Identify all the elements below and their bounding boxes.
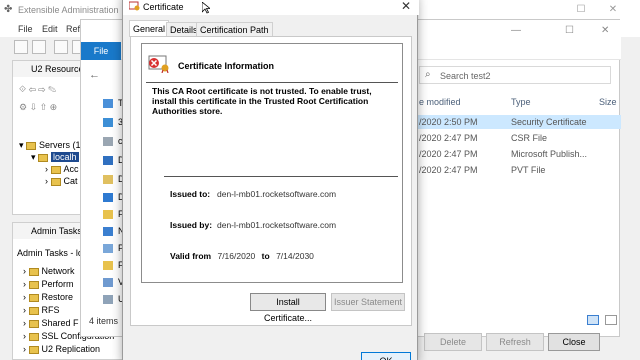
certificate-info-box: Certificate Information This CA Root cer… [141, 43, 403, 283]
table-row[interactable]: /2020 2:50 PM [419, 117, 478, 127]
certificate-icon [129, 1, 140, 11]
file-tab[interactable]: File [81, 42, 121, 60]
delete-button[interactable]: Delete [424, 333, 482, 351]
admin-item[interactable]: › Perform [23, 278, 74, 290]
admin-item[interactable]: › Restore [23, 291, 73, 303]
ok-button[interactable]: OK [361, 352, 411, 360]
issued-to-row: Issued to: den-l-mb01.rocketsoftware.com [170, 189, 336, 199]
nav-item[interactable]: F [103, 260, 124, 271]
nav-item[interactable]: c [103, 136, 123, 147]
table-cell-type: PVT File [511, 165, 546, 175]
app-title: Extensible Administration [18, 5, 119, 15]
divider [146, 82, 398, 83]
table-row[interactable]: /2020 2:47 PM [419, 133, 478, 143]
tab-certification-path[interactable]: Certification Path [196, 22, 273, 36]
install-certificate-button[interactable]: Install Certificate... [250, 293, 326, 323]
certificate-titlebar: Certificate ✕ [123, 0, 419, 15]
valid-from-value: 7/16/2020 [217, 251, 256, 261]
back-arrow-icon[interactable]: ← [89, 69, 100, 81]
column-header-date[interactable]: e modified [419, 97, 461, 107]
validity-row: Valid from 7/16/2020 to 7/14/2030 [170, 251, 314, 261]
close-icon[interactable]: ✕ [606, 3, 620, 17]
menu-file[interactable]: File [18, 24, 33, 34]
details-view-icon[interactable] [587, 315, 599, 325]
close-icon[interactable]: ✕ [601, 25, 609, 36]
admin-item[interactable]: › Network [23, 265, 75, 277]
search-input[interactable]: ⌕ Search test2 [419, 66, 611, 84]
nav-item[interactable]: V [103, 277, 124, 288]
nav-item[interactable]: F [103, 209, 124, 220]
toolbar-button[interactable] [54, 40, 68, 54]
nav-item[interactable]: P [103, 243, 124, 254]
issued-to-label: Issued to: [170, 189, 211, 199]
valid-to-label: to [261, 251, 270, 261]
refresh-button[interactable]: Refresh [486, 333, 544, 351]
toolbar-button[interactable] [14, 40, 28, 54]
trust-warning-text: This CA Root certificate is not trusted.… [152, 86, 372, 116]
issued-by-row: Issued by: den-l-mb01.rocketsoftware.com [170, 220, 336, 230]
tree-localhost[interactable]: ▾ localh [31, 151, 79, 163]
search-icon: ⌕ [425, 69, 431, 80]
issued-by-label: Issued by: [170, 220, 213, 230]
issued-to-value: den-l-mb01.rocketsoftware.com [217, 189, 337, 199]
resource-panel-title: U2 Resource [31, 64, 84, 74]
maximize-icon[interactable]: ☐ [574, 3, 588, 17]
minimize-icon[interactable]: — [511, 25, 521, 36]
nav-item[interactable]: 3 [103, 117, 123, 128]
admin-tasks-title: Admin Tasks [31, 226, 82, 236]
maximize-icon[interactable]: ☐ [565, 25, 574, 36]
untrusted-certificate-icon [148, 55, 169, 73]
tree-catalog[interactable]: › Cat [45, 175, 78, 187]
column-header-size[interactable]: Size [599, 97, 617, 107]
table-cell-type: Security Certificate [511, 117, 587, 127]
issuer-statement-button[interactable]: Issuer Statement [331, 293, 405, 311]
menu-edit[interactable]: Edit [42, 24, 58, 34]
tab-general[interactable]: General [129, 20, 170, 37]
valid-from-label: Valid from [170, 251, 212, 261]
table-cell-type: Microsoft Publish... [511, 149, 588, 159]
table-row[interactable]: /2020 2:47 PM [419, 165, 478, 175]
certificate-dialog: Certificate ✕ General Details Certificat… [122, 0, 419, 360]
tree-accounts[interactable]: › Acc [45, 163, 79, 175]
certificate-title: Certificate [143, 2, 184, 12]
tree-servers[interactable]: ▾ Servers (1 [19, 139, 81, 151]
app-logo-icon: ✤ [4, 4, 13, 15]
admin-item[interactable]: › Shared F [23, 317, 79, 329]
divider [164, 176, 398, 177]
toolbar-icons: ⟐ ⇦ ⇨ ✎ [19, 84, 57, 94]
issued-by-value: den-l-mb01.rocketsoftware.com [217, 220, 337, 230]
toolbar-button[interactable] [32, 40, 46, 54]
certificate-info-header: Certificate Information [142, 44, 402, 80]
table-row[interactable]: /2020 2:47 PM [419, 149, 478, 159]
column-header-type[interactable]: Type [511, 97, 531, 107]
general-tab-panel: Certificate Information This CA Root cer… [130, 36, 412, 326]
mouse-cursor-icon [202, 2, 210, 14]
admin-tasks-subtitle: Admin Tasks - lo [17, 248, 83, 258]
table-cell-type: CSR File [511, 133, 548, 143]
certificate-info-heading: Certificate Information [178, 61, 275, 71]
close-button[interactable]: Close [548, 333, 600, 351]
large-icons-view-icon[interactable] [605, 315, 617, 325]
admin-item[interactable]: › U2 Replication [23, 343, 100, 355]
valid-to-value: 7/14/2030 [276, 251, 314, 261]
status-item-count: 4 items [89, 316, 119, 326]
toolbar-icons: ⚙ ⇩ ⇧ ⊕ [19, 102, 58, 112]
close-icon[interactable]: ✕ [401, 0, 411, 13]
admin-item[interactable]: › RFS [23, 304, 60, 316]
